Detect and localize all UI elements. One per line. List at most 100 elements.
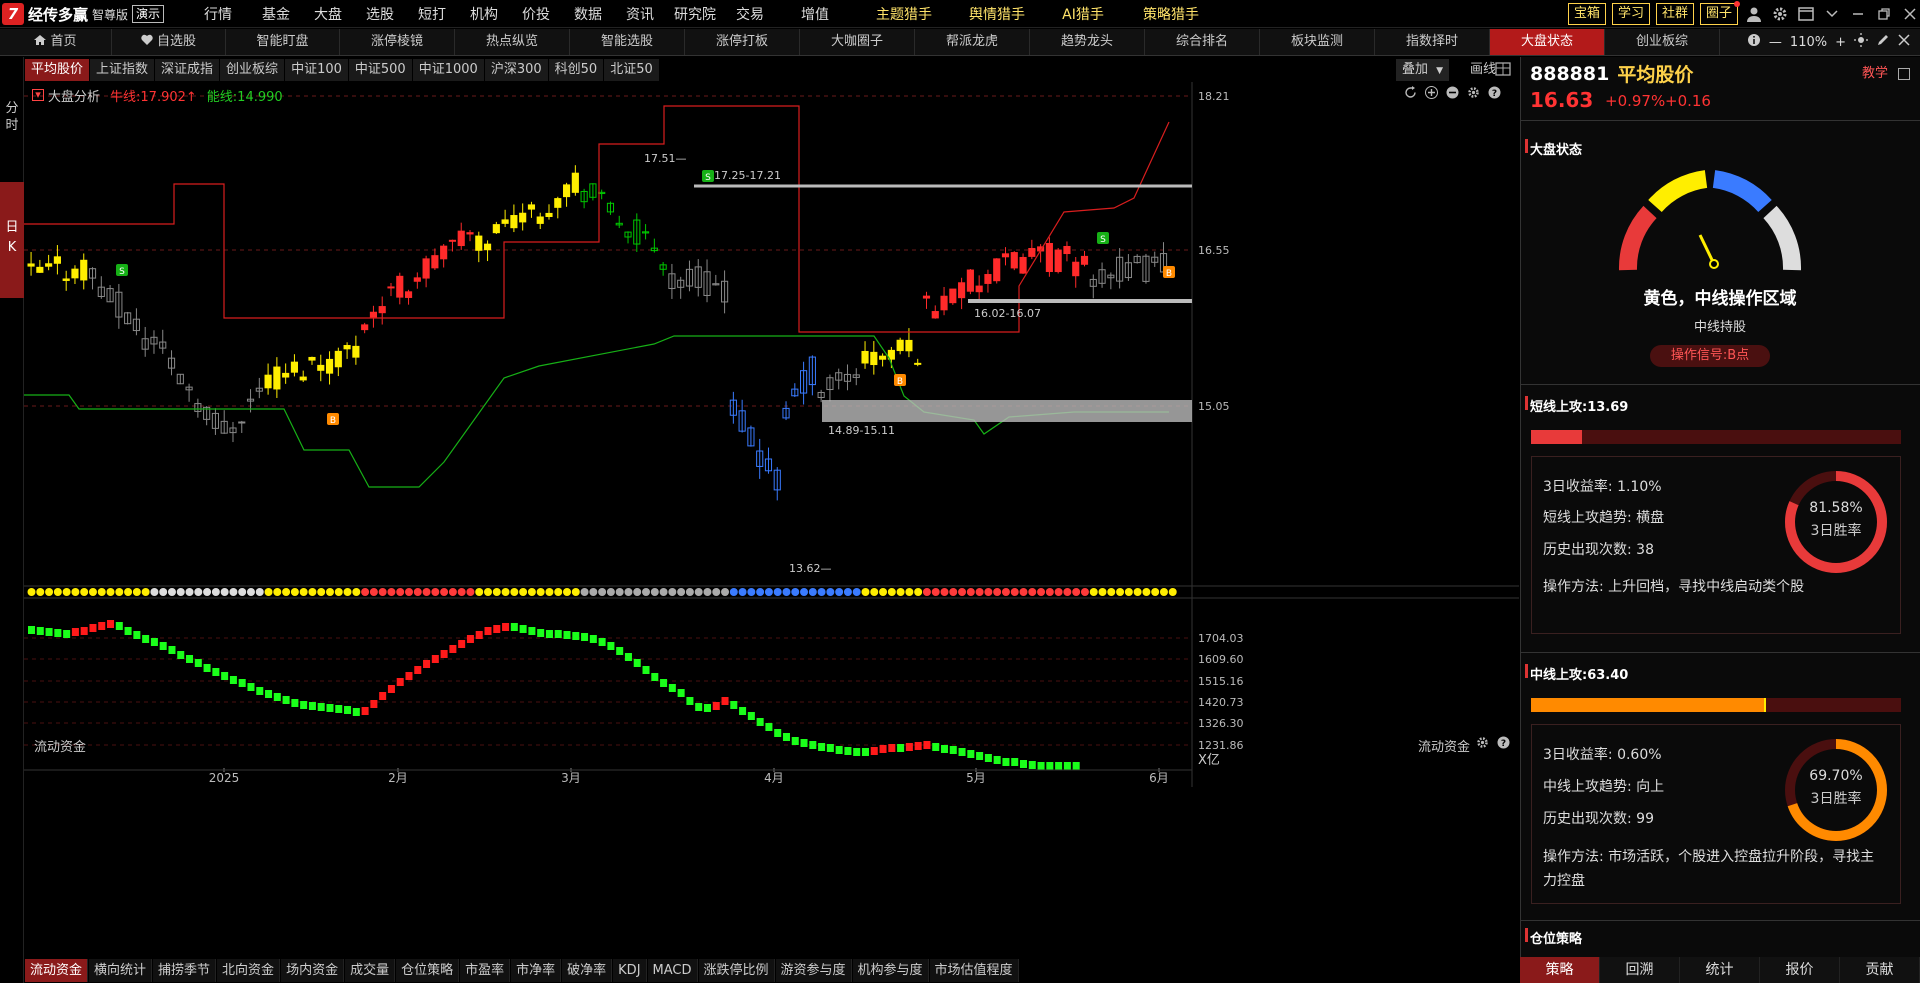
support-zone — [822, 400, 1192, 422]
grid-layout-icon[interactable] — [1495, 61, 1513, 79]
indicator-tab[interactable]: MACD — [647, 959, 698, 982]
right-tab[interactable]: 贡献 — [1840, 957, 1920, 983]
nav-tab-13[interactable]: 大盘状态 — [1490, 29, 1605, 55]
refresh-icon[interactable] — [1404, 86, 1417, 103]
indicator-tab[interactable]: 北向资金 — [217, 959, 281, 982]
gear-icon[interactable] — [1467, 86, 1480, 103]
right-tab[interactable]: 回溯 — [1600, 957, 1680, 983]
demo-button[interactable]: 演示 — [132, 5, 165, 23]
nav-tab-7[interactable]: 大咖圈子 — [800, 29, 915, 55]
main-menu-item[interactable]: 选股 — [354, 4, 406, 24]
close-icon[interactable] — [1900, 4, 1920, 24]
indicator-tab[interactable]: 场内资金 — [281, 959, 345, 982]
nav-tab-6[interactable]: 涨停打板 — [685, 29, 800, 55]
main-menu-item[interactable]: 交易 — [724, 4, 776, 24]
index-tab[interactable]: 创业板综 — [220, 59, 285, 81]
circle-button[interactable]: 圈子 — [1699, 1, 1740, 25]
zoom-out-button[interactable]: — — [1769, 35, 1782, 50]
index-tab[interactable]: 中证1000 — [412, 59, 484, 81]
main-menu-item[interactable]: 基金 — [250, 4, 302, 24]
info-icon[interactable] — [1747, 33, 1761, 51]
main-menu-item[interactable]: 大盘 — [302, 4, 354, 24]
window-icon[interactable] — [1796, 4, 1816, 24]
index-tab[interactable]: 上证指数 — [90, 59, 155, 81]
restore-icon[interactable] — [1874, 4, 1894, 24]
svg-text:?: ? — [1501, 739, 1506, 749]
user-icon[interactable] — [1744, 4, 1764, 24]
nav-tab-11[interactable]: 板块监测 — [1260, 29, 1375, 55]
flow-block — [80, 627, 88, 635]
main-menu-item[interactable]: 主题猎手 — [854, 4, 954, 24]
index-tab[interactable]: 中证100 — [285, 59, 348, 81]
main-menu-item[interactable]: AI猎手 — [1040, 4, 1126, 24]
overlay-dropdown[interactable]: 叠加 ▼ — [1396, 59, 1450, 81]
collapse-icon[interactable]: ▾ — [32, 89, 44, 101]
indicator-tab[interactable]: 游资参与度 — [775, 959, 852, 982]
main-menu-item[interactable]: 研究院 — [666, 4, 724, 24]
nav-tab-4[interactable]: 热点纵览 — [455, 29, 570, 55]
indicator-tab[interactable]: 捕捞季节 — [153, 959, 217, 982]
operation-signal-badge[interactable]: 操作信号:B点 — [1650, 345, 1770, 367]
index-tab[interactable]: 平均股价 — [25, 59, 90, 81]
indicator-tab[interactable]: 机构参与度 — [852, 959, 929, 982]
minimize-icon[interactable] — [1848, 4, 1868, 24]
nav-tab-12[interactable]: 指数择时 — [1375, 29, 1490, 55]
zoom-in-button[interactable]: + — [1835, 35, 1846, 50]
main-menu-item[interactable]: 增值 — [776, 4, 854, 24]
right-tab[interactable]: 策略 — [1520, 957, 1600, 983]
nav-tab-9[interactable]: 趋势龙头 — [1030, 29, 1145, 55]
indicator-tab[interactable]: 市场估值程度 — [929, 959, 1019, 982]
main-menu-item[interactable]: 价投 — [510, 4, 562, 24]
main-menu-item[interactable]: 资讯 — [614, 4, 666, 24]
help-icon[interactable]: ? — [1488, 86, 1501, 103]
index-tab[interactable]: 中证500 — [348, 59, 412, 81]
indicator-tab[interactable]: 市净率 — [511, 959, 562, 982]
nav-tab-5[interactable]: 智能选股 — [570, 29, 685, 55]
main-menu-item[interactable]: 短打 — [406, 4, 458, 24]
intraday-tab[interactable]: 分 时 — [0, 100, 24, 136]
main-menu-item[interactable]: 策略猎手 — [1126, 4, 1216, 24]
gear-icon[interactable] — [1476, 736, 1489, 753]
nav-tab-2[interactable]: 智能盯盘 — [226, 29, 340, 55]
teach-link[interactable]: 教学 — [1862, 62, 1911, 81]
state-dot — [642, 588, 651, 596]
indicator-tab[interactable]: 破净率 — [562, 959, 613, 982]
nav-tab-1[interactable]: 自选股 — [112, 29, 226, 55]
nav-tab-3[interactable]: 涨停棱镜 — [340, 29, 455, 55]
indicator-tab[interactable]: 涨跌停比例 — [698, 959, 775, 982]
close-icon[interactable] — [1898, 34, 1910, 50]
nav-tab-10[interactable]: 综合排名 — [1145, 29, 1260, 55]
daily-k-tab[interactable]: 日 K — [0, 182, 24, 298]
right-tab[interactable]: 统计 — [1680, 957, 1760, 983]
main-menu-item[interactable]: 机构 — [458, 4, 510, 24]
kline-chart[interactable]: 18.21 16.55 15.05 17.51— 17.25-17.21 16.02-16… — [24, 82, 1519, 787]
main-menu-item[interactable]: 行情 — [186, 4, 250, 24]
add-icon[interactable] — [1425, 86, 1438, 103]
index-tab[interactable]: 深证成指 — [155, 59, 220, 81]
remove-icon[interactable] — [1446, 86, 1459, 103]
index-tab[interactable]: 科创50 — [548, 59, 604, 81]
indicator-tab[interactable]: 仓位策略 — [396, 959, 460, 982]
treasure-box-button[interactable]: 宝箱 — [1567, 3, 1606, 25]
indicator-tab[interactable]: 流动资金 — [25, 959, 89, 982]
indicator-tab[interactable]: 成交量 — [345, 959, 396, 982]
main-menu-item[interactable]: 数据 — [562, 4, 614, 24]
nav-tab-8[interactable]: 帮派龙虎 — [915, 29, 1030, 55]
settings-gear-icon[interactable] — [1770, 4, 1790, 24]
nav-tab-14[interactable]: 创业板综 — [1605, 29, 1720, 55]
help-icon[interactable]: ? — [1497, 736, 1510, 753]
indicator-tab[interactable]: KDJ — [613, 959, 647, 982]
indicator-tab[interactable]: 横向统计 — [89, 959, 153, 982]
index-tab[interactable]: 沪深300 — [484, 59, 548, 81]
brightness-icon[interactable] — [1854, 33, 1868, 51]
nav-tab-0[interactable]: 首页 — [0, 29, 112, 55]
right-tab[interactable]: 报价 — [1760, 957, 1840, 983]
main-menu-item[interactable]: 舆情猎手 — [954, 4, 1040, 24]
community-button[interactable]: 社群 — [1655, 3, 1694, 25]
learn-button[interactable]: 学习 — [1611, 3, 1650, 25]
index-tab[interactable]: 北证50 — [604, 59, 659, 81]
pen-icon[interactable] — [1876, 33, 1890, 51]
chevron-down-icon[interactable] — [1822, 4, 1842, 24]
indicator-tab[interactable]: 市盈率 — [460, 959, 511, 982]
flow-block — [379, 692, 387, 700]
